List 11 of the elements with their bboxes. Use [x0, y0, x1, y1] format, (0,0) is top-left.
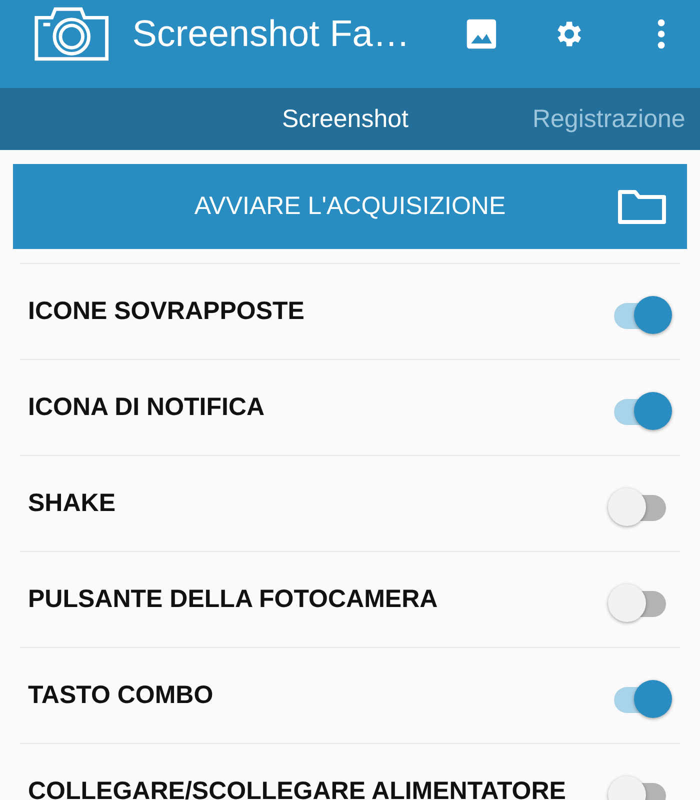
- setting-label: ICONE SOVRAPPOSTE: [28, 297, 304, 326]
- setting-label: COLLEGARE/SCOLLEGARE ALIMENTATORE: [28, 777, 566, 800]
- setting-label: ICONA DI NOTIFICA: [28, 393, 265, 422]
- folder-icon: [617, 189, 667, 225]
- setting-label: SHAKE: [28, 489, 116, 518]
- tab[interactable]: Screenshot: [282, 104, 408, 134]
- app-title: Screenshot Fa…: [132, 13, 410, 55]
- setting-label: PULSANTE DELLA FOTOCAMERA: [28, 585, 438, 614]
- tab[interactable]: Registrazione: [532, 104, 686, 134]
- capture-button[interactable]: AVVIARE L'ACQUISIZIONE: [13, 164, 687, 249]
- setting-label: TASTO COMBO: [28, 681, 214, 710]
